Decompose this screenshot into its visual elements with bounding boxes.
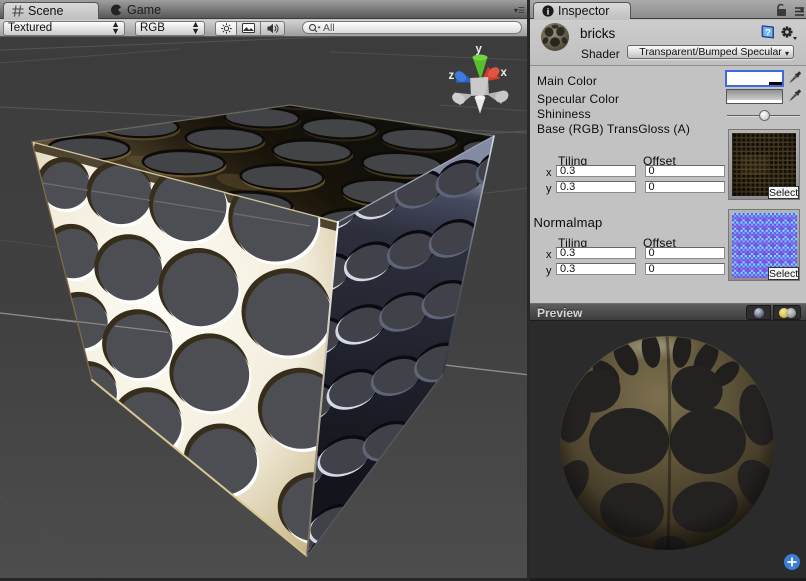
svg-text:?: ?	[765, 28, 771, 39]
svg-text:x: x	[501, 67, 508, 79]
svg-text:z: z	[449, 70, 455, 82]
svg-text:y: y	[476, 44, 483, 56]
